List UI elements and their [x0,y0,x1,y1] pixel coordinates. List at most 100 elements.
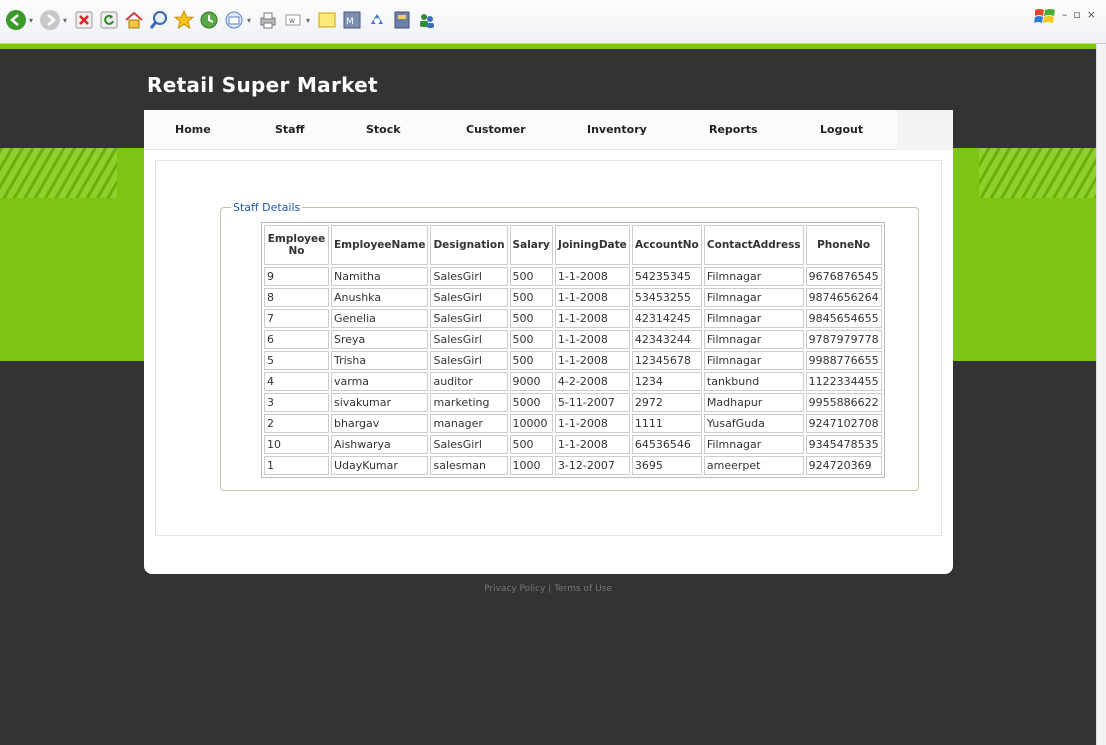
translate-icon[interactable] [391,9,413,31]
col-salary: Salary [509,225,553,265]
edit-dropdown-icon[interactable]: ▾ [306,16,310,25]
mail-dropdown-icon[interactable]: ▾ [247,16,251,25]
cell-phone-no: 9955886622 [805,393,882,412]
table-row: 4 varma auditor 9000 4-2-2008 1234 tankb… [264,372,882,391]
cell-contact-address: Filmnagar [703,309,804,328]
home-icon[interactable] [123,9,145,31]
nav-customer[interactable]: Customer [466,123,526,136]
cell-employee-name: Aishwarya [331,435,429,454]
refresh-icon[interactable] [98,9,120,31]
staff-details-fieldset: Staff Details Employee No EmployeeName D… [220,201,919,491]
notes-icon[interactable] [316,9,338,31]
mail-icon[interactable] [223,9,245,31]
cell-contact-address: Filmnagar [703,288,804,307]
cell-employee-name: Sreya [331,330,429,349]
staff-table-body: 9 Namitha SalesGirl 500 1-1-2008 5423534… [264,267,882,475]
cell-salary: 9000 [509,372,553,391]
cell-employee-no: 7 [264,309,329,328]
staff-table-header-row: Employee No EmployeeName Designation Sal… [264,225,882,265]
col-designation: Designation [430,225,508,265]
cell-designation: salesman [430,456,508,475]
cell-account-no: 53453255 [631,288,702,307]
vertical-scrollbar[interactable] [1096,44,1106,745]
cell-joining-date: 1-1-2008 [554,351,630,370]
cell-phone-no: 9345478535 [805,435,882,454]
cell-phone-no: 924720369 [805,456,882,475]
page-viewport: Retail Super Market Home Staff Stock Cus… [0,44,1096,745]
stop-icon[interactable] [73,9,95,31]
cell-designation: marketing [430,393,508,412]
nav-home[interactable]: Home [175,123,211,136]
forward-icon[interactable] [39,9,61,31]
nav-staff[interactable]: Staff [275,123,305,136]
cell-salary: 1000 [509,456,553,475]
cell-account-no: 64536546 [631,435,702,454]
svg-text:M: M [346,17,354,27]
cell-contact-address: ameerpet [703,456,804,475]
svg-text:W: W [289,18,295,25]
cell-designation: SalesGirl [430,435,508,454]
cell-employee-no: 10 [264,435,329,454]
table-row: 3 sivakumar marketing 5000 5-11-2007 297… [264,393,882,412]
privacy-policy-link[interactable]: Privacy Policy [484,584,545,594]
cell-account-no: 42314245 [631,309,702,328]
cell-employee-no: 1 [264,456,329,475]
history-icon[interactable] [198,9,220,31]
cell-designation: SalesGirl [430,351,508,370]
edit-icon[interactable]: W [282,9,304,31]
search-icon[interactable] [148,9,170,31]
forward-dropdown-icon[interactable]: ▾ [63,16,67,25]
research-icon[interactable] [366,9,388,31]
nav-inventory[interactable]: Inventory [587,123,647,136]
cell-designation: auditor [430,372,508,391]
cell-employee-name: varma [331,372,429,391]
minimize-button[interactable]: – [1062,8,1068,21]
cell-designation: SalesGirl [430,267,508,286]
restore-button[interactable]: ▫ [1073,8,1080,21]
nav-logout[interactable]: Logout [820,123,863,136]
main-nav: Home Staff Stock Customer Inventory Repo… [144,110,953,150]
back-icon[interactable] [5,9,27,31]
cell-contact-address: Filmnagar [703,435,804,454]
cell-employee-name: UdayKumar [331,456,429,475]
table-row: 10 Aishwarya SalesGirl 500 1-1-2008 6453… [264,435,882,454]
content-box: Staff Details Employee No EmployeeName D… [155,160,942,536]
cell-employee-name: Namitha [331,267,429,286]
cell-contact-address: Madhapur [703,393,804,412]
cell-salary: 500 [509,288,553,307]
messenger-icon[interactable]: M [341,9,363,31]
table-row: 7 Genelia SalesGirl 500 1-1-2008 4231424… [264,309,882,328]
terms-of-use-link[interactable]: Terms of Use [554,584,612,594]
col-account-no: AccountNo [631,225,702,265]
cell-joining-date: 1-1-2008 [554,414,630,433]
col-employee-name: EmployeeName [331,225,429,265]
cell-designation: SalesGirl [430,330,508,349]
back-dropdown-icon[interactable]: ▾ [29,16,33,25]
cell-contact-address: Filmnagar [703,351,804,370]
nav-end-strip [897,110,953,150]
cell-phone-no: 1122334455 [805,372,882,391]
cell-salary: 10000 [509,414,553,433]
top-accent-line [0,44,1096,49]
cell-designation: manager [430,414,508,433]
cell-phone-no: 9787979778 [805,330,882,349]
cell-account-no: 1111 [631,414,702,433]
print-icon[interactable] [257,9,279,31]
cell-joining-date: 3-12-2007 [554,456,630,475]
cell-contact-address: YusafGuda [703,414,804,433]
staff-details-legend: Staff Details [233,201,301,214]
cell-phone-no: 9247102708 [805,414,882,433]
nav-reports[interactable]: Reports [709,123,758,136]
cell-salary: 500 [509,435,553,454]
table-row: 8 Anushka SalesGirl 500 1-1-2008 5345325… [264,288,882,307]
site-title: Retail Super Market [147,73,378,97]
cell-joining-date: 1-1-2008 [554,435,630,454]
favorites-icon[interactable] [173,9,195,31]
close-button[interactable]: × [1087,8,1096,21]
table-row: 2 bhargav manager 10000 1-1-2008 1111 Yu… [264,414,882,433]
cell-employee-no: 3 [264,393,329,412]
cell-account-no: 42343244 [631,330,702,349]
people-icon[interactable] [416,9,438,31]
nav-stock[interactable]: Stock [366,123,401,136]
cell-contact-address: Filmnagar [703,330,804,349]
